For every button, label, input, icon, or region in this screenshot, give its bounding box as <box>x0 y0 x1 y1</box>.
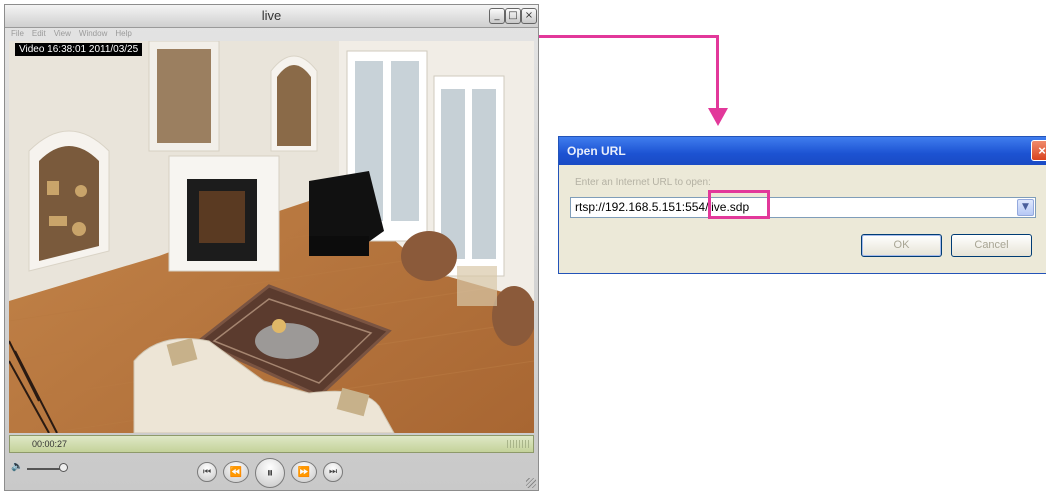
chevron-down-icon[interactable]: ▼ <box>1017 199 1034 216</box>
progress-grip[interactable] <box>507 440 529 448</box>
dialog-close-button[interactable]: × <box>1031 140 1046 161</box>
menu-file[interactable]: File <box>11 27 24 41</box>
close-button[interactable]: × <box>521 8 537 24</box>
menu-help[interactable]: Help <box>115 27 131 41</box>
volume-slider-knob[interactable] <box>59 463 68 472</box>
url-combobox[interactable]: rtsp://192.168.5.151:554/live.sdp ▼ <box>570 197 1036 218</box>
skip-end-icon: ⏭ <box>328 467 338 477</box>
video-timestamp-overlay: Video 16:38:01 2011/03/25 <box>15 43 143 56</box>
menu-edit[interactable]: Edit <box>32 27 46 41</box>
maximize-button[interactable]: □ <box>505 8 521 24</box>
resize-grip[interactable] <box>526 478 536 488</box>
skip-start-icon: ⏮ <box>202 467 212 477</box>
elapsed-time: 00:00:27 <box>32 439 68 449</box>
transport-controls: 🔈 ⏮ ⏪ ⏸ ⏩ ⏭ <box>5 455 538 491</box>
speaker-icon[interactable]: 🔈 <box>11 461 23 472</box>
player-title-bar[interactable]: live _ □ × <box>5 5 538 28</box>
callout-arrow-line-vertical <box>716 35 719 113</box>
living-room-scene <box>9 41 534 433</box>
volume-slider-track[interactable] <box>27 468 61 470</box>
url-prompt-label: Enter an Internet URL to open: <box>575 177 711 188</box>
dialog-title-bar[interactable]: Open URL × <box>559 137 1046 165</box>
player-window: live _ □ × File Edit View Window Help Vi… <box>4 4 539 491</box>
fast-forward-button[interactable]: ⏩ <box>291 461 317 483</box>
menu-view[interactable]: View <box>54 27 71 41</box>
window-title: live <box>261 8 282 23</box>
video-frame[interactable]: Video 16:38:01 2011/03/25 <box>9 41 534 433</box>
url-path-highlight <box>708 190 770 219</box>
minimize-button[interactable]: _ <box>489 8 505 24</box>
pause-button[interactable]: ⏸ <box>255 458 285 488</box>
callout-arrow-head <box>708 108 728 126</box>
fast-forward-icon: ⏩ <box>297 466 311 478</box>
callout-arrow-line <box>539 35 719 38</box>
dialog-title: Open URL <box>567 144 626 158</box>
menu-window[interactable]: Window <box>79 27 107 41</box>
rewind-icon: ⏪ <box>229 466 243 478</box>
ok-button[interactable]: OK <box>861 234 942 257</box>
progress-bar[interactable]: 00:00:27 <box>9 435 534 453</box>
menu-bar: File Edit View Window Help <box>5 27 538 41</box>
skip-to-end-button[interactable]: ⏭ <box>323 462 343 482</box>
rewind-button[interactable]: ⏪ <box>223 461 249 483</box>
skip-to-start-button[interactable]: ⏮ <box>197 462 217 482</box>
open-url-dialog: Open URL × Enter an Internet URL to open… <box>558 136 1046 274</box>
pause-icon: ⏸ <box>266 465 274 481</box>
cancel-button[interactable]: Cancel <box>951 234 1032 257</box>
